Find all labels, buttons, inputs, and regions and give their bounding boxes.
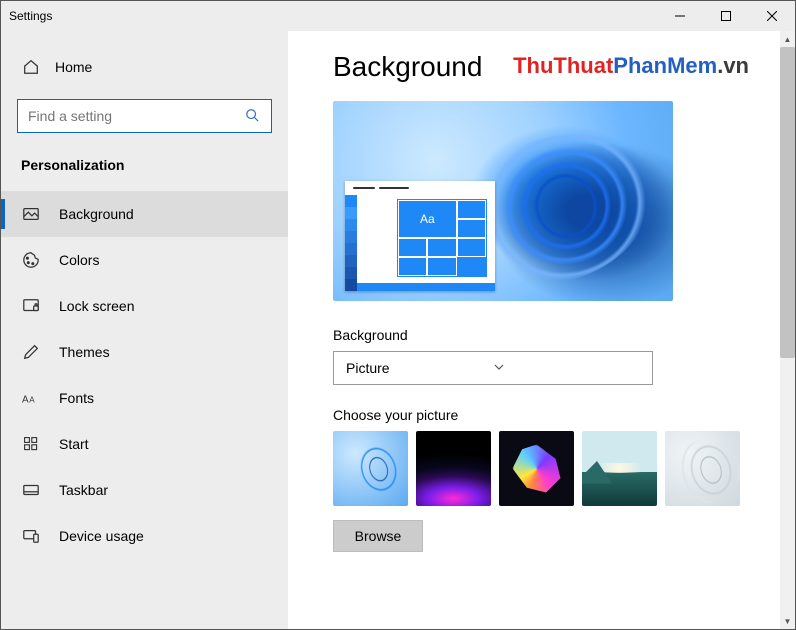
picture-thumb-lake-sunset[interactable] [582, 431, 657, 506]
taskbar-icon [21, 480, 41, 500]
titlebar: Settings [1, 1, 795, 31]
nav-start[interactable]: Start [1, 421, 288, 467]
picture-thumb-glow-purple[interactable] [416, 431, 491, 506]
close-button[interactable] [749, 1, 795, 31]
pencil-icon [21, 342, 41, 362]
scroll-down-icon[interactable]: ▼ [780, 613, 795, 629]
picture-thumb-abstract-flower[interactable] [499, 431, 574, 506]
palette-icon [21, 250, 41, 270]
search-icon [245, 108, 261, 124]
nav-lock-screen[interactable]: Lock screen [1, 283, 288, 329]
vertical-scrollbar[interactable]: ▲ ▼ [780, 31, 795, 629]
device-usage-icon [21, 526, 41, 546]
nav-label: Lock screen [59, 298, 134, 314]
window-title: Settings [9, 9, 52, 23]
scroll-track[interactable] [780, 47, 795, 613]
svg-text:A: A [22, 395, 29, 406]
maximize-button[interactable] [703, 1, 749, 31]
start-icon [21, 434, 41, 454]
nav-label: Background [59, 206, 134, 222]
minimize-button[interactable] [657, 1, 703, 31]
nav-fonts[interactable]: AA Fonts [1, 375, 288, 421]
watermark-part1: ThuThuat [513, 53, 613, 78]
picture-thumb-bloom-gray[interactable] [665, 431, 740, 506]
background-field-label: Background [333, 327, 740, 343]
home-icon [21, 57, 41, 77]
chevron-down-icon [493, 360, 640, 376]
category-header: Personalization [1, 151, 288, 191]
fonts-icon: AA [21, 388, 41, 408]
sidebar: Home Personalization Background Colors L… [1, 31, 288, 629]
preview-window-mock: Aa [345, 181, 495, 291]
search-input[interactable] [28, 108, 245, 124]
svg-text:A: A [29, 396, 35, 405]
watermark-part3: .vn [717, 53, 749, 78]
preview-sample-text: Aa [399, 201, 456, 237]
scroll-up-icon[interactable]: ▲ [780, 31, 795, 47]
watermark: ThuThuatPhanMem.vn [513, 53, 749, 79]
window-controls [657, 1, 795, 31]
browse-button[interactable]: Browse [333, 520, 423, 552]
choose-picture-label: Choose your picture [333, 407, 740, 423]
main-panel: Background [288, 31, 795, 629]
background-type-dropdown[interactable]: Picture [333, 351, 653, 385]
dropdown-value: Picture [346, 360, 493, 376]
search-box[interactable] [17, 99, 272, 133]
picture-thumbnails [333, 431, 740, 506]
scroll-thumb[interactable] [780, 47, 795, 358]
background-preview: Aa [333, 101, 673, 301]
picture-thumb-bloom-blue[interactable] [333, 431, 408, 506]
home-nav[interactable]: Home [1, 47, 288, 87]
nav-background[interactable]: Background [1, 191, 288, 237]
picture-icon [21, 204, 41, 224]
nav-label: Colors [59, 252, 99, 268]
home-label: Home [55, 59, 92, 75]
nav-colors[interactable]: Colors [1, 237, 288, 283]
nav-label: Themes [59, 344, 110, 360]
nav-list: Background Colors Lock screen Themes AA … [1, 191, 288, 559]
lock-screen-icon [21, 296, 41, 316]
watermark-part2: PhanMem [613, 53, 717, 78]
nav-device-usage[interactable]: Device usage [1, 513, 288, 559]
nav-label: Fonts [59, 390, 94, 406]
nav-label: Taskbar [59, 482, 108, 498]
nav-label: Start [59, 436, 89, 452]
nav-label: Device usage [59, 528, 144, 544]
nav-taskbar[interactable]: Taskbar [1, 467, 288, 513]
nav-themes[interactable]: Themes [1, 329, 288, 375]
